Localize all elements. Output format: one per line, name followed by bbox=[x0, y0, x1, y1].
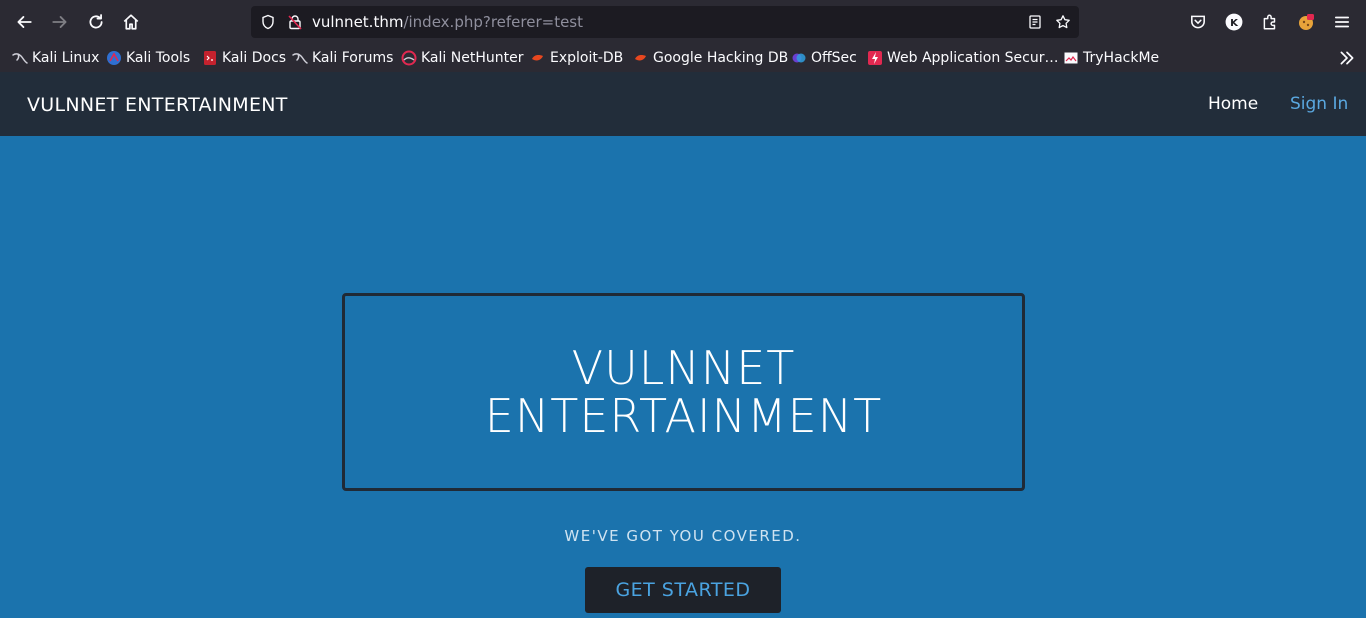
home-icon bbox=[123, 14, 139, 30]
arrow-left-icon bbox=[17, 16, 32, 28]
bookmark-label: Exploit-DB bbox=[550, 50, 624, 66]
bookmark-label: Kali Linux bbox=[32, 50, 100, 66]
bookmark-offsec[interactable]: OffSec bbox=[791, 47, 857, 69]
bookmark-kali-nethunter[interactable]: Kali NetHunter bbox=[401, 47, 523, 69]
cookie-extension-icon bbox=[1299, 14, 1314, 30]
bookmark-label: OffSec bbox=[811, 50, 857, 66]
hero-tagline: WE'VE GOT YOU COVERED. bbox=[564, 527, 802, 545]
get-started-button[interactable]: GET STARTED bbox=[585, 567, 781, 613]
bookmark-label: TryHackMe bbox=[1083, 50, 1160, 66]
hamburger-menu-icon bbox=[1334, 16, 1350, 28]
nethunter-icon bbox=[401, 50, 417, 66]
broken-image-icon bbox=[1064, 52, 1078, 64]
back-button[interactable] bbox=[10, 8, 38, 36]
hero-title-box: VULNNET ENTERTAINMENT bbox=[342, 293, 1025, 491]
bookmark-star-icon[interactable] bbox=[1054, 13, 1072, 31]
bookmarks-toolbar: Kali Linux Kali Tools Kali Docs Kali For… bbox=[0, 44, 1366, 72]
home-button[interactable] bbox=[117, 8, 145, 36]
bookmark-kali-forums[interactable]: Kali Forums bbox=[292, 47, 393, 69]
bookmark-label: Kali Tools bbox=[126, 50, 191, 66]
svg-text:K: K bbox=[1230, 18, 1239, 29]
kali-dragon-icon bbox=[292, 53, 308, 64]
bookmark-label: Kali Docs bbox=[222, 50, 287, 66]
browser-toolbar: vulnnet.thm/index.php?referer=test K bbox=[0, 0, 1366, 44]
bookmark-label: Web Application Secur… bbox=[887, 50, 1059, 66]
bookmark-exploit-db[interactable]: Exploit-DB bbox=[530, 47, 623, 69]
arrow-right-icon bbox=[52, 16, 67, 28]
hero-section: VULNNET ENTERTAINMENT WE'VE GOT YOU COVE… bbox=[0, 136, 1366, 618]
reload-icon bbox=[89, 14, 103, 29]
hero-title-line2: ENTERTAINMENT bbox=[484, 389, 883, 443]
kali-dragon-icon bbox=[12, 53, 28, 64]
site-brand[interactable]: VULNNET ENTERTAINMENT bbox=[27, 72, 288, 138]
bookmark-kali-tools[interactable]: Kali Tools bbox=[106, 47, 190, 69]
pocket-button[interactable] bbox=[1184, 8, 1212, 36]
hero-title: VULNNET ENTERTAINMENT bbox=[485, 344, 883, 440]
hero-title-line1: VULNNET bbox=[571, 341, 796, 395]
puzzle-icon bbox=[1263, 14, 1276, 30]
pocket-icon bbox=[1191, 15, 1205, 29]
account-button[interactable]: K bbox=[1220, 8, 1248, 36]
site-navbar: VULNNET ENTERTAINMENT Home Sign In bbox=[0, 72, 1366, 136]
bookmark-label: Kali NetHunter bbox=[421, 50, 524, 66]
bookmark-kali-linux[interactable]: Kali Linux bbox=[12, 47, 99, 69]
url-text[interactable]: vulnnet.thm/index.php?referer=test bbox=[312, 6, 583, 38]
bookmark-label: Google Hacking DB bbox=[653, 50, 789, 66]
exploitdb-icon bbox=[635, 55, 646, 61]
bookmarks-overflow-icon[interactable] bbox=[1338, 49, 1356, 67]
menu-button[interactable] bbox=[1328, 8, 1356, 36]
bolt-icon bbox=[868, 51, 882, 65]
bookmark-web-app-security[interactable]: Web Application Secur… bbox=[867, 47, 1058, 69]
kali-docs-icon bbox=[204, 51, 216, 65]
bookmark-google-hacking-db[interactable]: Google Hacking DB bbox=[633, 47, 788, 69]
url-path: /index.php?referer=test bbox=[403, 13, 584, 31]
forward-button[interactable] bbox=[46, 8, 74, 36]
offsec-icon bbox=[792, 53, 806, 63]
extension-addon-button[interactable] bbox=[1292, 8, 1320, 36]
account-avatar-icon: K bbox=[1225, 13, 1243, 31]
insecure-lock-icon[interactable] bbox=[286, 13, 304, 31]
shield-icon[interactable] bbox=[259, 13, 277, 31]
reload-button[interactable] bbox=[82, 8, 110, 36]
exploitdb-icon bbox=[532, 55, 543, 61]
bookmark-label: Kali Forums bbox=[312, 50, 394, 66]
bookmark-tryhackme[interactable]: TryHackMe bbox=[1063, 47, 1159, 69]
nav-home-link[interactable]: Home bbox=[1208, 72, 1258, 136]
nav-signin-link[interactable]: Sign In bbox=[1290, 72, 1348, 136]
extensions-button[interactable] bbox=[1256, 8, 1284, 36]
bookmark-kali-docs[interactable]: Kali Docs bbox=[202, 47, 286, 69]
kali-tools-icon bbox=[107, 51, 121, 65]
reader-view-icon[interactable] bbox=[1026, 13, 1044, 31]
url-host: vulnnet.thm bbox=[312, 13, 404, 31]
url-bar[interactable]: vulnnet.thm/index.php?referer=test bbox=[251, 6, 1079, 38]
